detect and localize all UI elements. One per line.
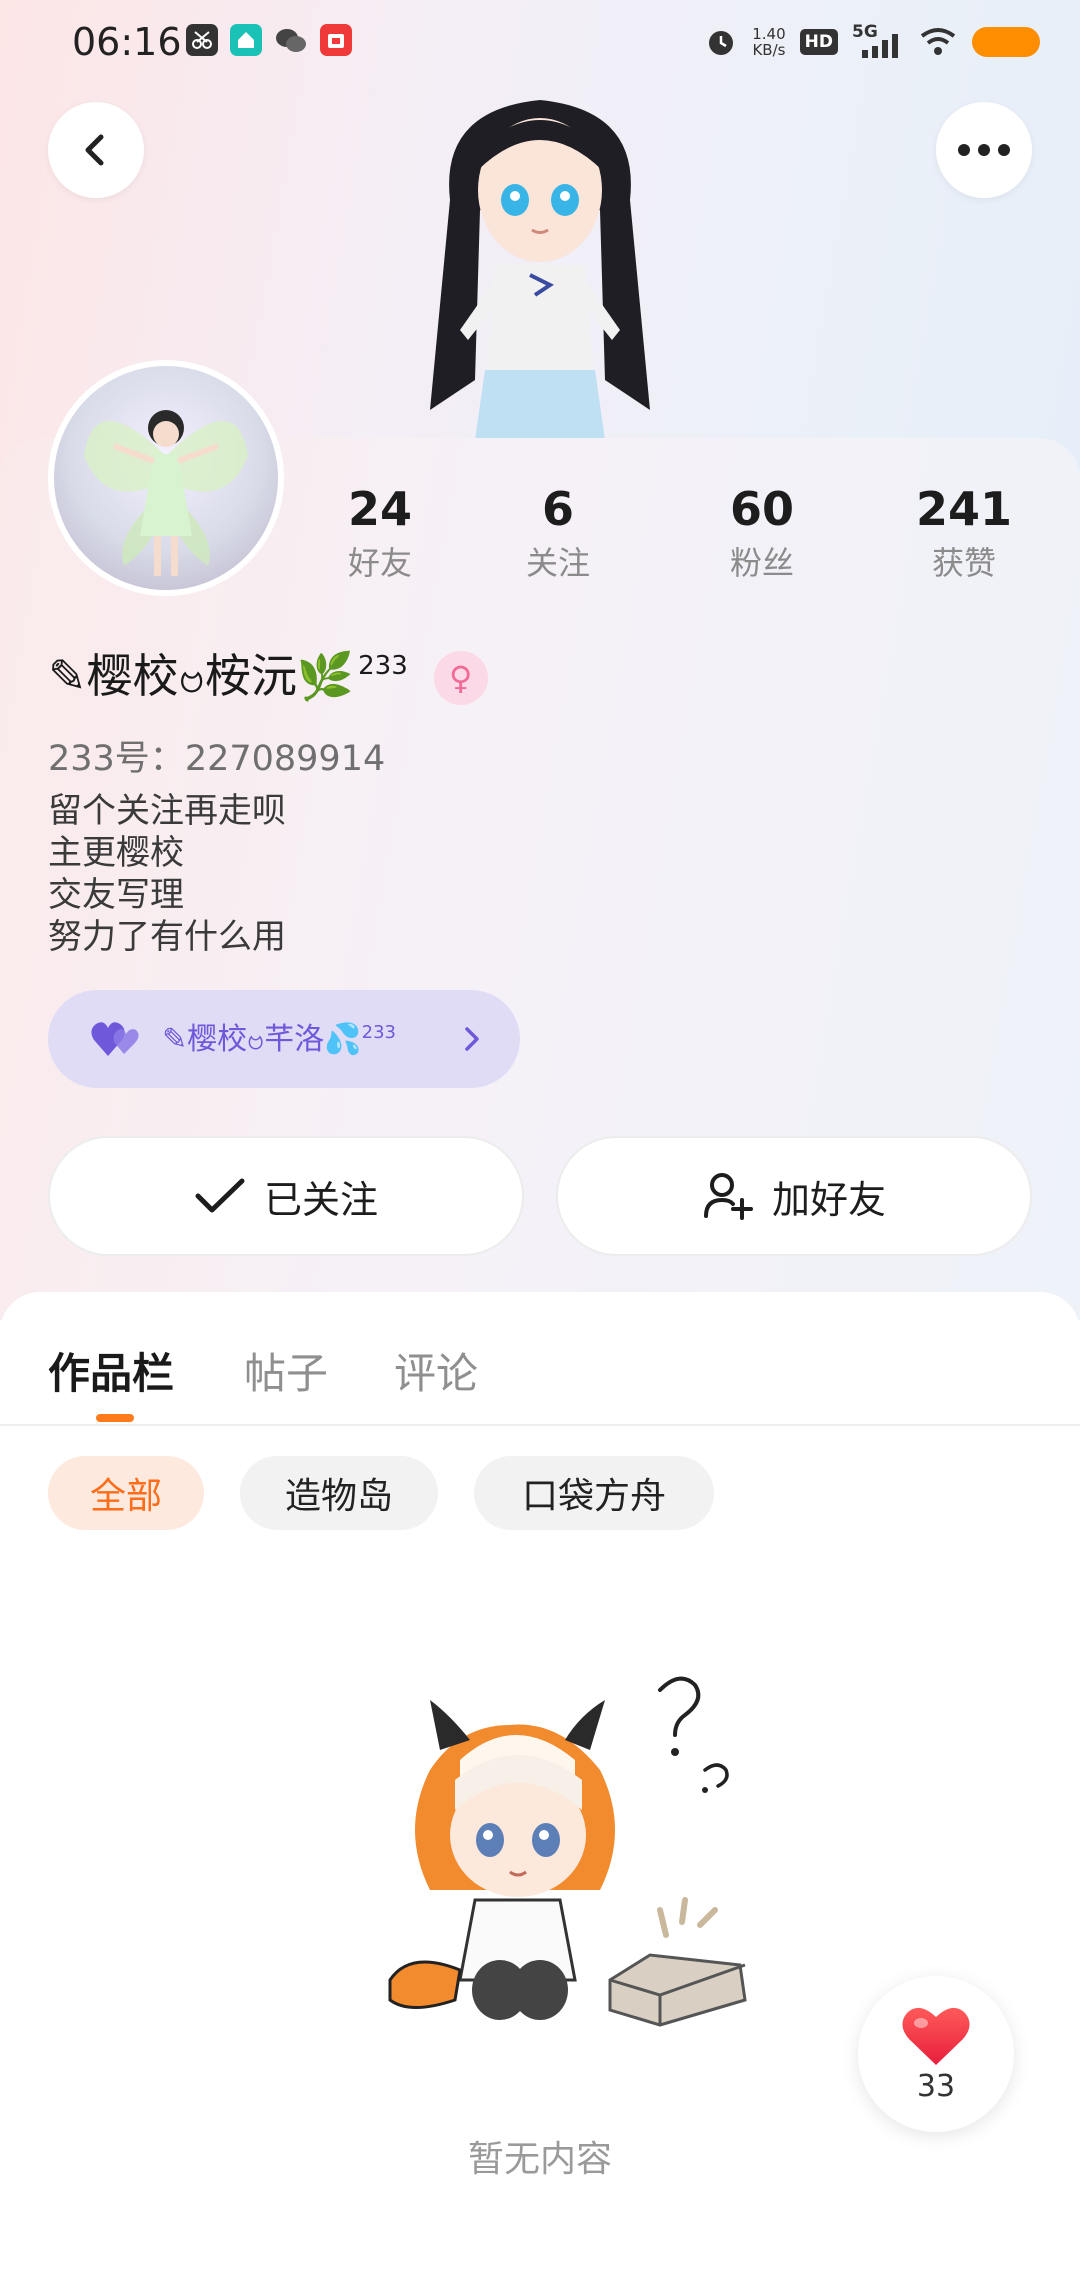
filter-chip-all[interactable]: 全部 — [48, 1456, 204, 1530]
stat-friends-value: 24 — [347, 482, 412, 536]
following-button[interactable]: 已关注 — [48, 1136, 524, 1256]
status-time: 06:16 — [72, 20, 182, 64]
shopping-app-icon — [320, 24, 352, 56]
companion-name-text: ✎樱校ဗ芊洛💦 — [162, 1022, 362, 1057]
chevron-right-icon — [465, 1027, 479, 1051]
uid-label: 233号： — [48, 739, 185, 779]
stat-following[interactable]: 6 关注 — [478, 480, 638, 584]
back-button[interactable] — [48, 102, 144, 198]
add-friend-button[interactable]: 加好友 — [556, 1136, 1032, 1256]
uid-value: 227089914 — [184, 739, 386, 779]
like-count: 33 — [916, 2068, 956, 2104]
bio-line: 交友写理 — [48, 875, 184, 915]
chevron-left-icon — [85, 134, 104, 166]
battery-indicator — [972, 27, 1040, 57]
bio-line: 留个关注再走呗 — [48, 791, 286, 831]
status-bar: 06:16 1.40 KB/s HD 5G — [0, 0, 1080, 82]
empty-state-illustration — [360, 1660, 760, 2060]
filter-chip-pocket-ark[interactable]: 口袋方舟 — [474, 1456, 714, 1530]
companion-link[interactable]: ✎樱校ဗ芊洛💦233 — [48, 990, 520, 1088]
filter-chip-island[interactable]: 造物岛 — [240, 1456, 438, 1530]
more-dots-icon — [958, 144, 1010, 156]
avatar-image — [54, 366, 278, 590]
alarm-icon — [709, 31, 734, 55]
nickname-text: ✎樱校ဗ桉沅🌿 — [48, 649, 355, 703]
stat-fans[interactable]: 60 粉丝 — [682, 480, 842, 584]
stat-fans-label: 粉丝 — [729, 544, 794, 582]
bio-line: 努力了有什么用 — [48, 917, 286, 957]
tab-posts[interactable]: 帖子 — [244, 1340, 328, 1401]
companion-name-superscript: 233 — [361, 1022, 396, 1043]
add-person-icon — [703, 1173, 753, 1220]
stat-likes[interactable]: 241 获赞 — [884, 480, 1044, 584]
female-icon: ♀ — [433, 650, 488, 705]
cellular-signal-icon: 5G — [852, 22, 904, 62]
stat-fans-value: 60 — [729, 482, 794, 536]
stat-following-label: 关注 — [525, 544, 590, 582]
character-figure-image — [410, 80, 670, 440]
net-speed-value: 1.40 — [752, 25, 786, 43]
profile-uid: 233号：227089914 — [48, 730, 385, 781]
scissors-app-icon — [186, 24, 218, 56]
empty-state-text: 暂无内容 — [467, 2139, 612, 2180]
stat-friends[interactable]: 24 好友 — [300, 480, 460, 584]
like-bubble-button[interactable]: 33 — [858, 1976, 1014, 2132]
heart-icon — [902, 2007, 970, 2065]
stat-following-value: 6 — [541, 482, 574, 536]
more-button[interactable] — [936, 102, 1032, 198]
stat-likes-label: 获赞 — [931, 544, 996, 582]
check-icon — [195, 1178, 245, 1213]
profile-avatar[interactable] — [48, 360, 284, 596]
stat-likes-value: 241 — [915, 482, 1013, 536]
stat-friends-label: 好友 — [347, 544, 412, 582]
status-right-group: 1.40 KB/s HD 5G — [704, 20, 1040, 64]
double-heart-icon — [91, 1022, 139, 1056]
profile-nickname: ✎樱校ဗ桉沅🌿 233 ♀ — [48, 640, 488, 715]
net-speed: 1.40 KB/s — [752, 26, 785, 58]
home-app-icon — [230, 24, 262, 56]
wifi-icon — [920, 28, 956, 55]
wechat-icon — [274, 24, 306, 56]
hd-badge: HD — [799, 29, 838, 55]
tab-divider — [0, 1424, 1080, 1426]
profile-bio: 留个关注再走呗 主更樱校 交友写理 努力了有什么用 — [48, 790, 286, 958]
add-friend-button-label: 加好友 — [771, 1177, 886, 1222]
companion-name: ✎樱校ဗ芊洛💦233 — [162, 1014, 396, 1064]
tab-active-indicator — [96, 1414, 134, 1422]
following-button-label: 已关注 — [263, 1177, 378, 1222]
tab-comments[interactable]: 评论 — [394, 1340, 478, 1401]
content-section: 作品栏 帖子 评论 全部 造物岛 口袋方舟 暂无内容 — [0, 1292, 1080, 2282]
bio-line: 主更樱校 — [48, 833, 184, 873]
nickname-superscript: 233 — [358, 650, 408, 681]
tab-works[interactable]: 作品栏 — [48, 1340, 174, 1401]
net-speed-unit: KB/s — [752, 41, 786, 59]
profile-stats: 24 好友 6 关注 60 粉丝 241 获赞 — [300, 480, 1060, 600]
